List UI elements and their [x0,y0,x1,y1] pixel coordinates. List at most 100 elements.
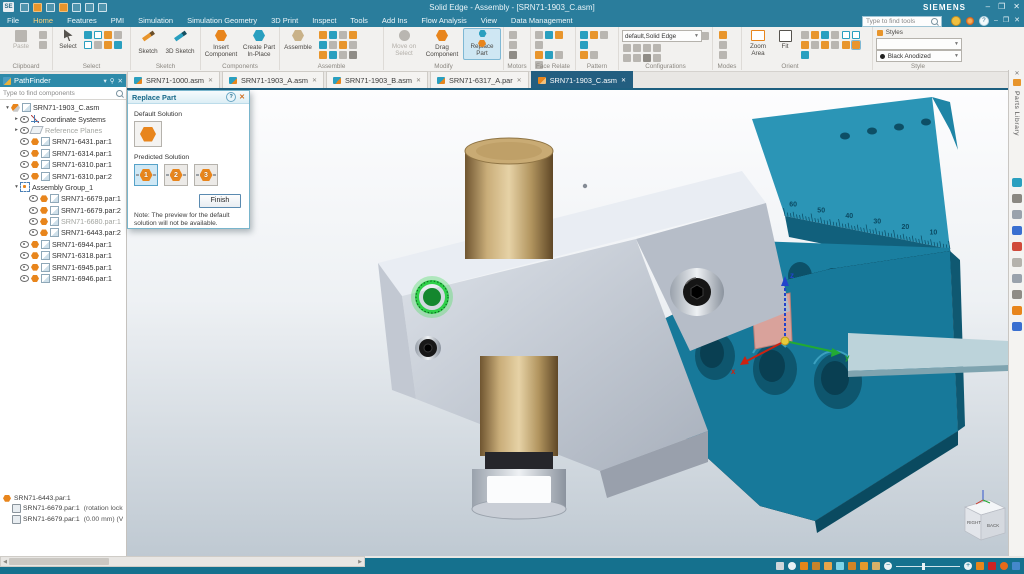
predicted-solution-2[interactable]: 2 [164,164,188,186]
drag-component-button[interactable]: Drag Component [424,29,460,59]
predicted-solution-3[interactable]: 3 [194,164,218,186]
community-icon[interactable] [951,16,961,26]
select-component-icon[interactable] [104,41,112,49]
scrollbar-thumb[interactable] [9,558,109,565]
menu-tab-file[interactable]: File [0,14,26,28]
parts-library-title[interactable]: Parts Library [1013,91,1020,136]
3d-viewport[interactable]: 605040302010 [127,90,1008,556]
dimetric-view-icon[interactable] [852,31,860,39]
rendering-icon[interactable] [1012,242,1022,251]
simplify-icon[interactable] [1012,274,1022,283]
pathfinder-search-input[interactable]: Type to find components [0,87,126,100]
assemble-relationship-icon[interactable] [329,51,337,59]
configuration-icon[interactable] [653,54,661,62]
face-relate-icon[interactable] [535,51,543,59]
pathfinder-close-icon[interactable]: ✕ [118,77,123,85]
zoom-in-icon[interactable]: + [964,562,972,570]
socket-bolt-right[interactable] [670,268,724,316]
info-icon[interactable] [1012,562,1020,570]
gears-icon[interactable] [1012,290,1022,299]
configuration-icon[interactable] [643,54,651,62]
customize-icon[interactable] [1012,194,1022,203]
zoom-area-icon[interactable] [800,562,808,570]
configuration-icon[interactable] [623,54,631,62]
orient-view-icon[interactable] [821,41,829,49]
image-icon[interactable] [1012,210,1022,219]
tree-item[interactable]: SRN71-6679.par:1 [0,193,126,204]
pathfinder-collapse-icon[interactable]: ▾ [104,77,107,85]
pan-icon[interactable] [836,562,844,570]
assemble-relationship-icon[interactable] [349,51,357,59]
configurations-manager-icon[interactable] [701,32,709,40]
display-options-icon[interactable] [976,562,984,570]
shaft-top-part[interactable] [465,138,553,259]
finish-button[interactable]: Finish [199,194,241,208]
horizontal-scrollbar[interactable]: ◀ ▶ [0,556,365,567]
tree-item[interactable]: SRN71-6443.par:2 [0,227,126,238]
tab-close-icon[interactable]: ✕ [621,77,626,84]
tree-item[interactable]: SRN71-6431.par:1 [0,136,126,147]
visibility-eye-icon[interactable] [29,207,38,214]
select-box-icon[interactable] [94,31,102,39]
parts-library-tab-icon[interactable] [1013,79,1021,86]
tab-close-icon[interactable]: ✕ [517,77,522,84]
sidebar-close-icon[interactable]: ✕ [1014,71,1019,77]
face-relate-icon[interactable] [545,31,553,39]
predicted-solution-1[interactable]: 1 [134,164,158,186]
close-button[interactable]: ✕ [1013,2,1020,11]
select-fence-icon[interactable] [84,41,92,49]
learning-icon[interactable] [966,17,974,25]
visibility-eye-icon[interactable] [29,218,38,225]
assemble-relationship-icon[interactable] [319,51,327,59]
redo-icon[interactable] [98,3,107,12]
visibility-eye-icon[interactable] [20,161,29,168]
move-on-select-button[interactable]: Move on Select [386,29,422,58]
linear-motor-icon[interactable] [509,41,517,49]
assemble-relationship-icon[interactable] [349,41,357,49]
visibility-eye-icon[interactable] [20,150,29,157]
3d-sketch-button[interactable]: 3D Sketch [165,29,195,56]
menu-tab-tools[interactable]: Tools [343,14,375,28]
solid-edge-app-icon[interactable]: SE [3,2,14,12]
dialog-help-icon[interactable]: ? [226,92,236,102]
default-solution-button[interactable] [134,121,162,147]
assemble-relationship-icon[interactable] [339,51,347,59]
pattern-icon[interactable] [580,31,588,39]
pattern-icon[interactable] [580,51,588,59]
create-part-in-place-button[interactable]: Create Part In-Place [241,29,277,59]
face-relate-icon[interactable] [535,31,543,39]
cut-icon[interactable] [39,41,47,49]
assemble-relationship-icon[interactable] [349,31,357,39]
view-overrides-icon[interactable] [872,562,880,570]
alerts-icon[interactable] [1000,562,1008,570]
menu-tab-pmi[interactable]: PMI [104,14,131,28]
view-style-dropdown[interactable]: ▼ [876,38,962,50]
print-icon[interactable] [59,3,68,12]
face-relate-icon[interactable] [545,51,553,59]
assemble-relationship-icon[interactable] [329,41,337,49]
simplify-mode-icon[interactable] [719,31,727,39]
expander-icon[interactable]: ▾ [13,184,20,190]
view-cube[interactable]: RIGHT BACK [965,490,1005,540]
menu-tab-data-management[interactable]: Data Management [504,14,580,28]
select-prior-icon[interactable] [104,31,112,39]
library-icon[interactable] [1012,306,1022,315]
undo-icon[interactable] [85,3,94,12]
rotate-icon[interactable] [848,562,856,570]
menu-tab-view[interactable]: View [474,14,504,28]
doc-minimize-button[interactable]: – [994,17,998,25]
tree-item[interactable]: ▸Coordinate Systems [0,113,126,124]
dialog-titlebar[interactable]: Replace Part ? ✕ [128,91,249,104]
pattern-icon[interactable] [590,31,598,39]
dialog-close-icon[interactable]: ✕ [239,93,245,101]
pattern-icon[interactable] [600,31,608,39]
document-tab[interactable]: SRN71-1903_C.asm✕ [531,71,633,89]
tree-item[interactable]: ▾Assembly Group_1 [0,182,126,193]
adjustable-mode-icon[interactable] [719,51,727,59]
menu-tab-simulation[interactable]: Simulation [131,14,180,28]
zoom-select-icon[interactable] [788,562,796,570]
orient-view-icon[interactable] [831,31,839,39]
orient-view-icon[interactable] [801,31,809,39]
configuration-icon[interactable] [633,44,641,52]
doc-close-button[interactable]: ✕ [1014,17,1020,25]
